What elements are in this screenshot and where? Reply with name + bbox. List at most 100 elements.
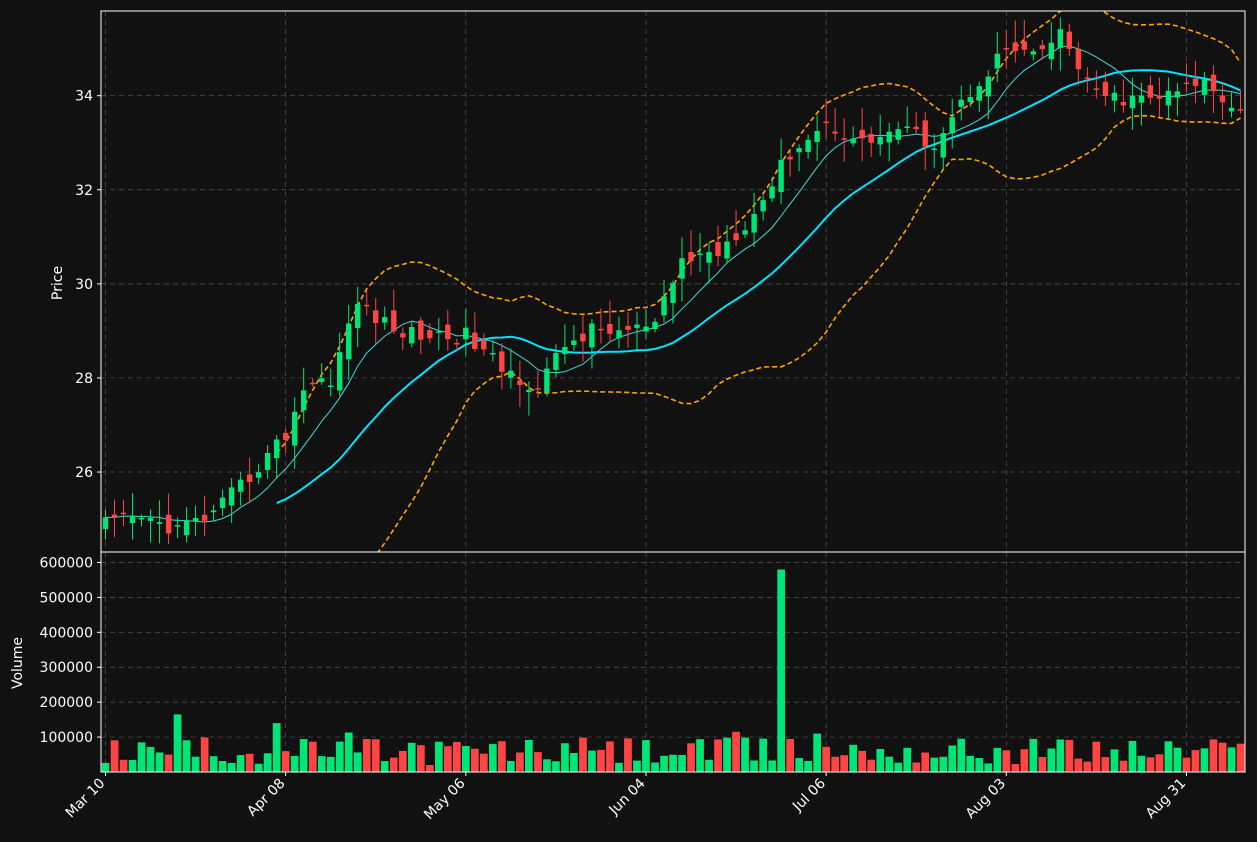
volume-bar — [326, 756, 335, 772]
candle-body — [1201, 79, 1208, 95]
volume-bar — [1146, 757, 1155, 772]
volume-bar — [209, 756, 218, 772]
price-tick-label: 34 — [75, 89, 93, 105]
volume-bar — [651, 762, 659, 772]
volume-bar — [1236, 743, 1245, 772]
candle-body — [517, 380, 523, 385]
volume-bar — [1047, 748, 1056, 772]
candle-body — [652, 321, 658, 329]
volume-bar — [435, 741, 443, 772]
volume-bar — [939, 756, 948, 772]
volume-bar — [1101, 757, 1110, 772]
volume-bar — [173, 714, 182, 772]
candle-body — [967, 97, 973, 102]
candle-body — [481, 339, 487, 350]
candle-body — [616, 330, 622, 338]
candle-body — [535, 388, 541, 390]
volume-bar — [687, 743, 695, 772]
volume-bar — [669, 754, 677, 772]
candle-body — [1237, 109, 1244, 111]
volume-bar — [579, 737, 587, 772]
candle-body — [769, 186, 775, 199]
volume-bar — [984, 763, 993, 772]
volume-bar — [642, 740, 650, 772]
candle-body — [1012, 42, 1018, 51]
volume-bar — [741, 737, 749, 772]
volume-bar — [1110, 749, 1119, 772]
volume-bar — [462, 746, 470, 772]
candle-body — [688, 252, 694, 262]
candle-body — [409, 327, 415, 344]
volume-bar — [380, 761, 389, 772]
volume-bar — [263, 753, 272, 772]
candle-body — [913, 126, 919, 130]
volume-bar — [1227, 747, 1236, 772]
volume-bar — [1218, 742, 1227, 772]
volume-bar — [993, 747, 1002, 772]
volume-bar — [1083, 761, 1092, 772]
volume-bar — [840, 755, 848, 772]
volume-bar — [633, 760, 641, 772]
volume-bar — [966, 755, 975, 772]
candle-body — [391, 310, 397, 332]
volume-bar — [119, 759, 128, 772]
volume-bar — [1092, 741, 1101, 772]
volume-bar — [146, 746, 155, 772]
candle-body — [246, 474, 253, 482]
candle-body — [292, 411, 298, 446]
candle-body — [156, 522, 163, 524]
candle-body — [958, 99, 964, 107]
candle-body — [1093, 88, 1100, 90]
volume-bar — [1038, 757, 1047, 772]
volume-tick-label: 400000 — [40, 625, 93, 641]
candle-body — [111, 514, 118, 518]
candle-body — [499, 351, 505, 372]
volume-bar — [606, 741, 614, 772]
volume-bar — [407, 742, 416, 772]
volume-bar — [489, 744, 497, 772]
candle-body — [940, 133, 946, 158]
candle-body — [1066, 31, 1072, 49]
candle-body — [310, 382, 316, 385]
candle-body — [1165, 90, 1172, 106]
candle-body — [102, 517, 109, 530]
candle-body — [670, 282, 676, 303]
candle-body — [129, 515, 136, 524]
candle-body — [598, 328, 604, 331]
volume-bar — [200, 737, 209, 772]
candle-body — [1210, 74, 1217, 92]
candle-body — [805, 139, 811, 152]
volume-bar — [417, 745, 425, 772]
volume-bar — [624, 738, 632, 772]
candle-body — [1192, 78, 1199, 86]
volume-bar — [110, 740, 119, 772]
volume-bar — [903, 747, 912, 772]
candle-body — [724, 241, 730, 259]
candle-body — [1075, 48, 1082, 70]
candle-body — [264, 453, 271, 470]
volume-bar — [227, 762, 236, 772]
volume-bar — [804, 760, 812, 772]
price-tick-label: 28 — [75, 371, 93, 387]
volume-tick-label: 500000 — [40, 590, 93, 606]
candle-body — [1111, 92, 1118, 101]
volume-bar — [588, 750, 596, 772]
candle-body — [472, 332, 478, 349]
candle-body — [553, 353, 559, 370]
volume-bar — [1209, 739, 1218, 772]
volume-tick-label: 200000 — [40, 695, 93, 711]
volume-bar — [164, 754, 173, 772]
candle-body — [1138, 95, 1145, 103]
candle-body — [904, 126, 910, 128]
volume-bar — [426, 765, 434, 772]
candle-body — [859, 129, 865, 139]
candle-body — [355, 303, 361, 328]
candle-body — [1003, 47, 1009, 50]
candle-body — [165, 514, 172, 534]
chart-background — [0, 0, 1257, 842]
candle-body — [589, 323, 595, 348]
candle-body — [436, 331, 442, 333]
candle-body — [228, 487, 235, 506]
candle-body — [832, 131, 838, 134]
volume-bar — [182, 740, 191, 772]
